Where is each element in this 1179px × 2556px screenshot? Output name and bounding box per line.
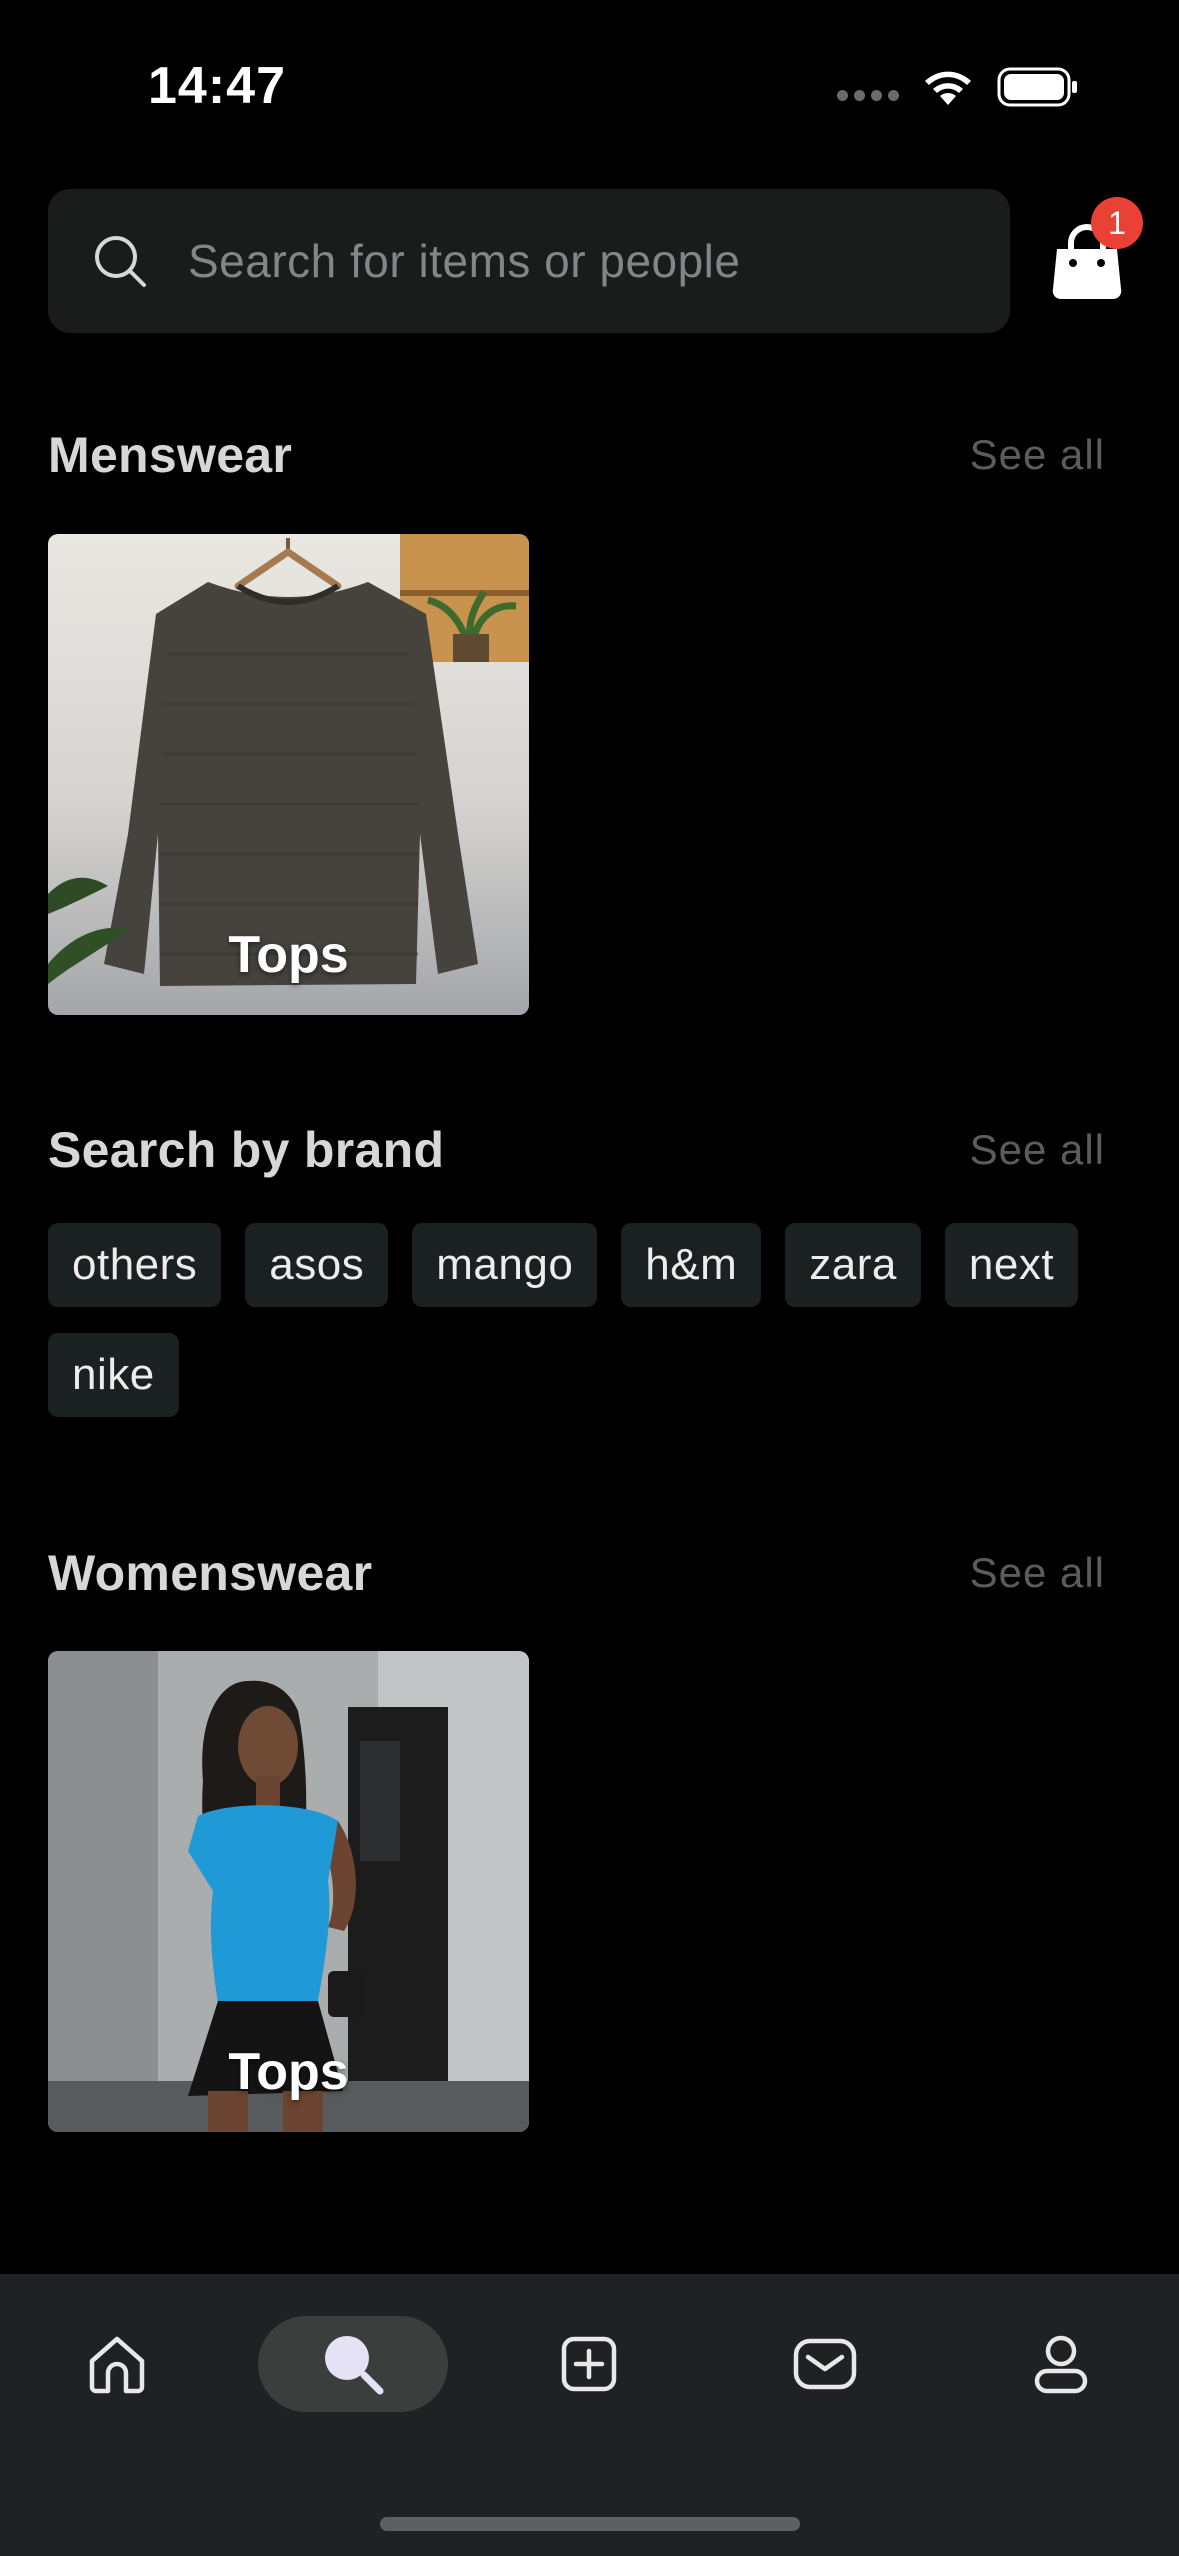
cart-badge: 1 xyxy=(1091,197,1143,249)
tab-home[interactable] xyxy=(22,2316,212,2412)
brands-title: Search by brand xyxy=(48,1122,445,1178)
cellular-signal-icon xyxy=(837,89,899,101)
search-placeholder: Search for items or people xyxy=(188,235,741,287)
status-bar: 14:47 xyxy=(0,0,1179,170)
menswear-card-label: Tops xyxy=(228,926,349,984)
tab-profile[interactable] xyxy=(966,2316,1156,2412)
profile-icon xyxy=(1034,2335,1088,2394)
search-input[interactable]: Search for items or people xyxy=(48,189,1010,333)
womenswear-see-all-link[interactable]: See all xyxy=(970,1549,1105,1597)
brand-chip-nike[interactable]: nike xyxy=(48,1333,179,1417)
home-indicator xyxy=(380,2517,800,2531)
brands-see-all-link[interactable]: See all xyxy=(970,1126,1105,1174)
search-icon xyxy=(95,236,146,287)
menswear-tops-card[interactable]: Tops xyxy=(48,534,529,1015)
womenswear-tops-card[interactable]: Tops xyxy=(48,1651,529,2132)
menswear-header: Menswear See all xyxy=(48,426,1105,484)
brand-chip-zara[interactable]: zara xyxy=(785,1223,921,1307)
brands-header: Search by brand See all xyxy=(48,1121,1105,1179)
status-icons xyxy=(837,66,1079,108)
menswear-see-all-link[interactable]: See all xyxy=(970,431,1105,479)
brand-chip-hm[interactable]: h&m xyxy=(621,1223,762,1307)
tab-inbox[interactable] xyxy=(730,2316,920,2412)
brand-chip-asos[interactable]: asos xyxy=(245,1223,389,1307)
tab-sell[interactable] xyxy=(494,2316,684,2412)
cart-button[interactable]: 1 xyxy=(1045,197,1143,303)
brand-chip-mango[interactable]: mango xyxy=(412,1223,598,1307)
status-time: 14:47 xyxy=(148,57,286,115)
womenswear-card-label: Tops xyxy=(228,2043,349,2101)
tab-search[interactable] xyxy=(258,2316,448,2412)
battery-icon xyxy=(997,67,1077,107)
brand-chip-others[interactable]: others xyxy=(48,1223,222,1307)
womenswear-header: Womenswear See all xyxy=(48,1544,1105,1602)
menswear-title: Menswear xyxy=(48,427,293,483)
home-icon xyxy=(89,2336,145,2394)
search-icon xyxy=(325,2336,384,2395)
womenswear-title: Womenswear xyxy=(48,1545,373,1601)
bottom-tab-bar xyxy=(0,2274,1179,2556)
inbox-icon xyxy=(793,2338,857,2390)
brand-chip-next[interactable]: next xyxy=(944,1223,1079,1307)
add-listing-icon xyxy=(561,2336,617,2392)
brand-chip-list: others asos mango h&m zara next nike xyxy=(48,1223,1148,1417)
search-row: Search for items or people 1 xyxy=(48,189,1143,333)
wifi-icon xyxy=(925,71,971,105)
